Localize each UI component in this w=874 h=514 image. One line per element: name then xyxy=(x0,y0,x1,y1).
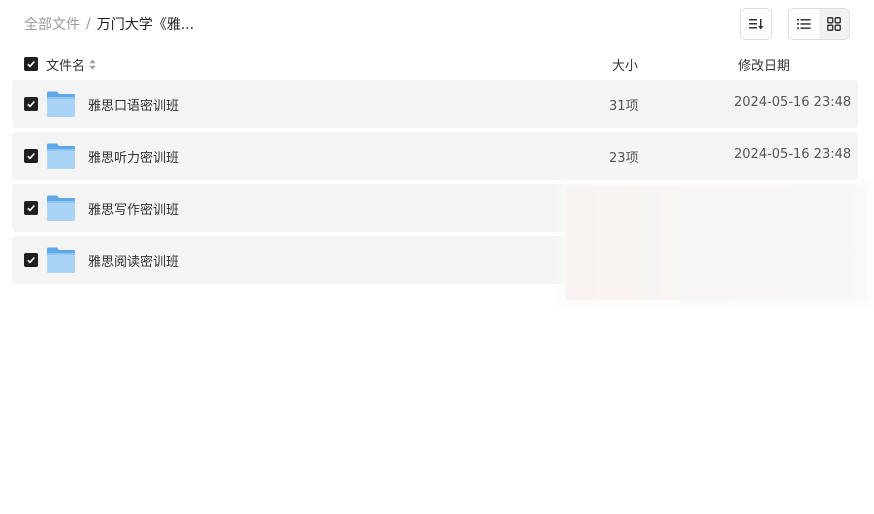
breadcrumb-separator: / xyxy=(86,16,91,32)
column-header-date[interactable]: 修改日期 xyxy=(738,55,790,74)
file-modified-date: 2024-05-16 23:48 xyxy=(734,95,852,110)
file-size: 23项 xyxy=(609,151,639,166)
file-modified-date: 2024-05-16 23:48 xyxy=(734,147,852,162)
file-name[interactable]: 雅思写作密训班 xyxy=(88,199,179,218)
file-name[interactable]: 雅思口语密训班 xyxy=(88,95,179,114)
view-toggle-group xyxy=(788,8,850,40)
sort-toggle-icon xyxy=(89,59,96,70)
checkmark-icon xyxy=(27,257,35,264)
row-checkbox[interactable] xyxy=(24,149,38,163)
folder-icon xyxy=(47,195,75,221)
folder-icon xyxy=(47,247,75,273)
grid-view-icon xyxy=(827,17,841,31)
column-header-name-label: 文件名 xyxy=(46,59,86,74)
column-header-name[interactable]: 文件名 xyxy=(46,55,96,74)
file-size: 31项 xyxy=(609,99,639,114)
blurred-overlay-panel xyxy=(566,186,866,300)
row-checkbox[interactable] xyxy=(24,253,38,267)
row-checkbox[interactable] xyxy=(24,201,38,215)
folder-icon xyxy=(47,91,75,117)
checkmark-icon xyxy=(27,61,35,68)
list-view-button[interactable] xyxy=(789,9,819,39)
checkmark-icon xyxy=(27,205,35,212)
sort-lines-icon xyxy=(749,19,764,30)
folder-icon xyxy=(47,143,75,169)
row-checkbox[interactable] xyxy=(24,97,38,111)
checkmark-icon xyxy=(27,153,35,160)
sort-button[interactable] xyxy=(740,8,772,40)
breadcrumb: 全部文件 / 万门大学《雅... xyxy=(24,14,194,34)
breadcrumb-root-link[interactable]: 全部文件 xyxy=(24,14,80,34)
top-bar: 全部文件 / 万门大学《雅... xyxy=(0,0,874,48)
list-view-icon xyxy=(797,19,811,29)
file-name[interactable]: 雅思听力密训班 xyxy=(88,147,179,166)
breadcrumb-current-folder: 万门大学《雅... xyxy=(96,17,195,33)
file-row[interactable]: 雅思听力密训班 23项 2024-05-16 23:48 xyxy=(12,132,858,180)
column-header-size[interactable]: 大小 xyxy=(612,55,638,74)
file-list-header: 文件名 大小 修改日期 xyxy=(12,50,858,78)
checkmark-icon xyxy=(27,101,35,108)
file-row[interactable]: 雅思口语密训班 31项 2024-05-16 23:48 xyxy=(12,80,858,128)
file-name[interactable]: 雅思阅读密训班 xyxy=(88,251,179,270)
select-all-checkbox[interactable] xyxy=(24,57,38,71)
grid-view-button[interactable] xyxy=(819,9,849,39)
